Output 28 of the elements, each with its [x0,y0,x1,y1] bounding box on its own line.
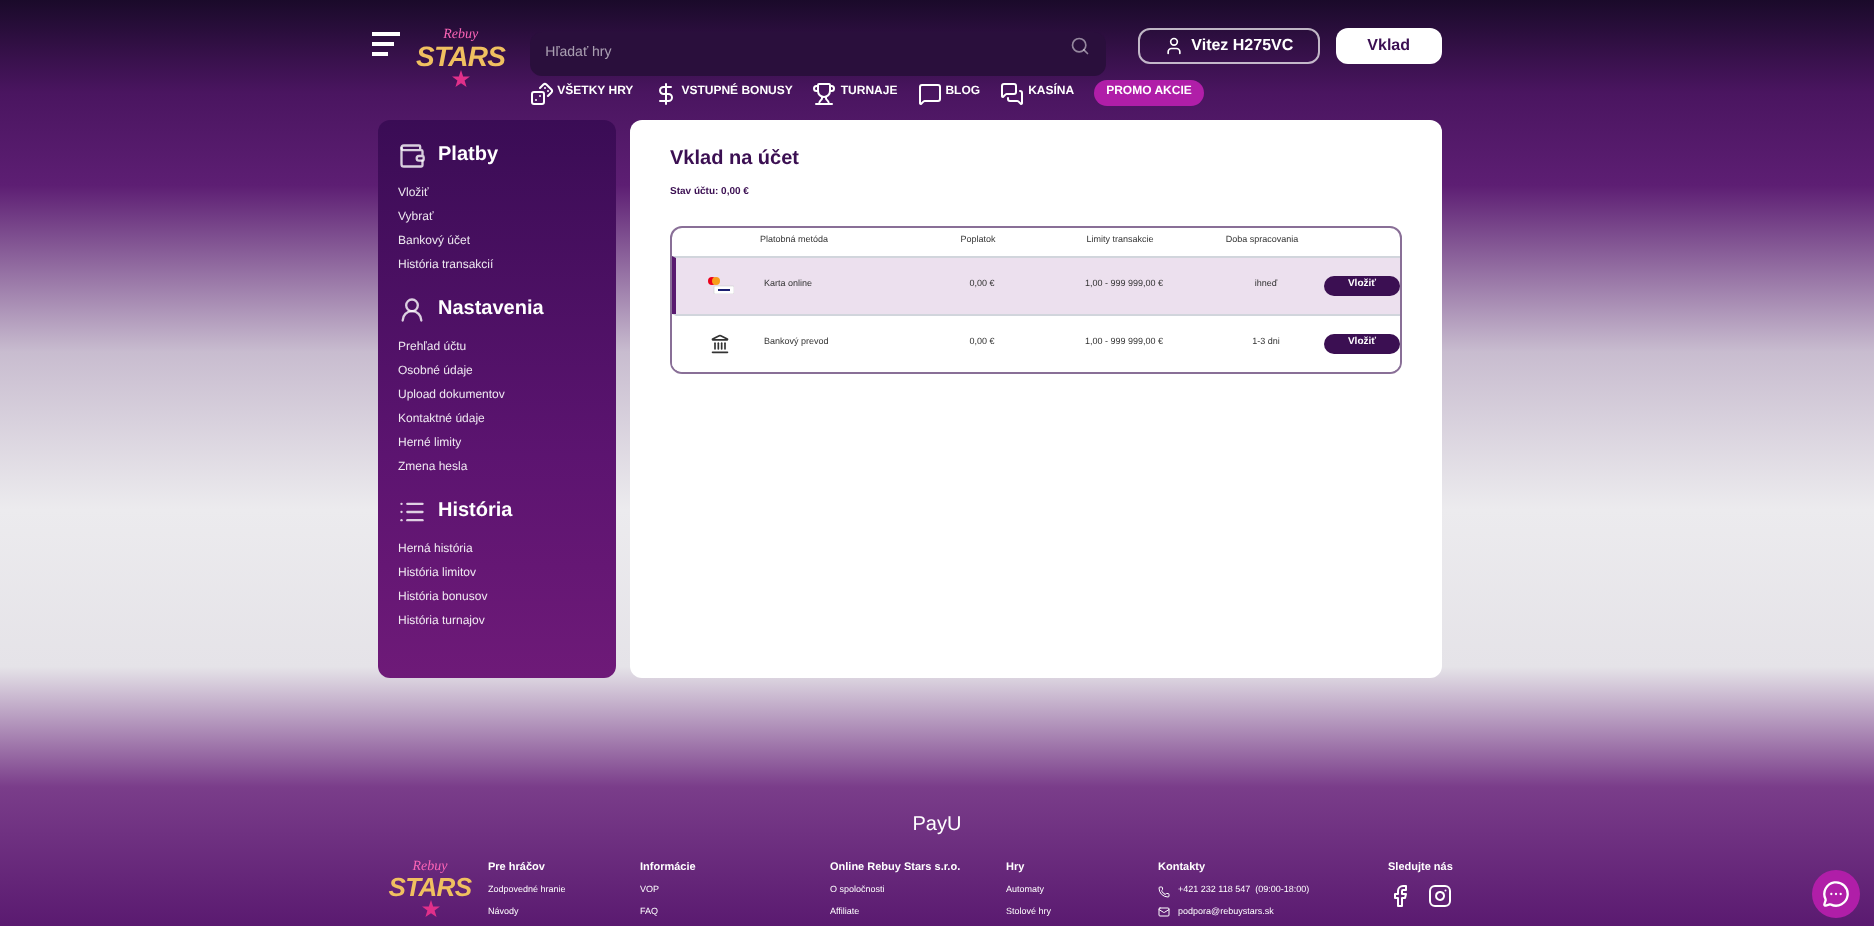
section-title: História [438,498,513,526]
list-icon [398,497,426,525]
facebook-icon[interactable] [1388,884,1412,909]
trophy-icon [812,81,837,105]
star-icon [421,900,439,918]
dice-icon [529,81,554,105]
dollar-icon [653,81,678,105]
chat-bubble-icon [917,81,942,105]
bank-icon [710,333,730,353]
search-icon [1069,36,1090,56]
page-title: Vklad na účet [670,146,801,174]
instagram-icon[interactable] [1428,884,1452,909]
payu-logo: PayU [912,812,962,840]
deposit-button[interactable]: Vklad [1335,28,1442,64]
menu-icon[interactable] [372,32,400,56]
star-icon [451,70,470,88]
card-logos-icon [706,276,734,294]
phone-icon [1158,885,1170,898]
mail-icon [1158,906,1170,919]
user-button[interactable]: Vitez H275VC [1137,28,1320,64]
section-title: Nastavenia [438,296,544,324]
section-title: Platby [438,142,499,170]
user-icon [1163,36,1184,56]
chat-bubbles-icon [1000,81,1025,105]
chat-button[interactable] [1812,870,1860,918]
person-icon [398,295,426,323]
chat-icon [1822,880,1850,908]
wallet-icon [398,141,426,169]
